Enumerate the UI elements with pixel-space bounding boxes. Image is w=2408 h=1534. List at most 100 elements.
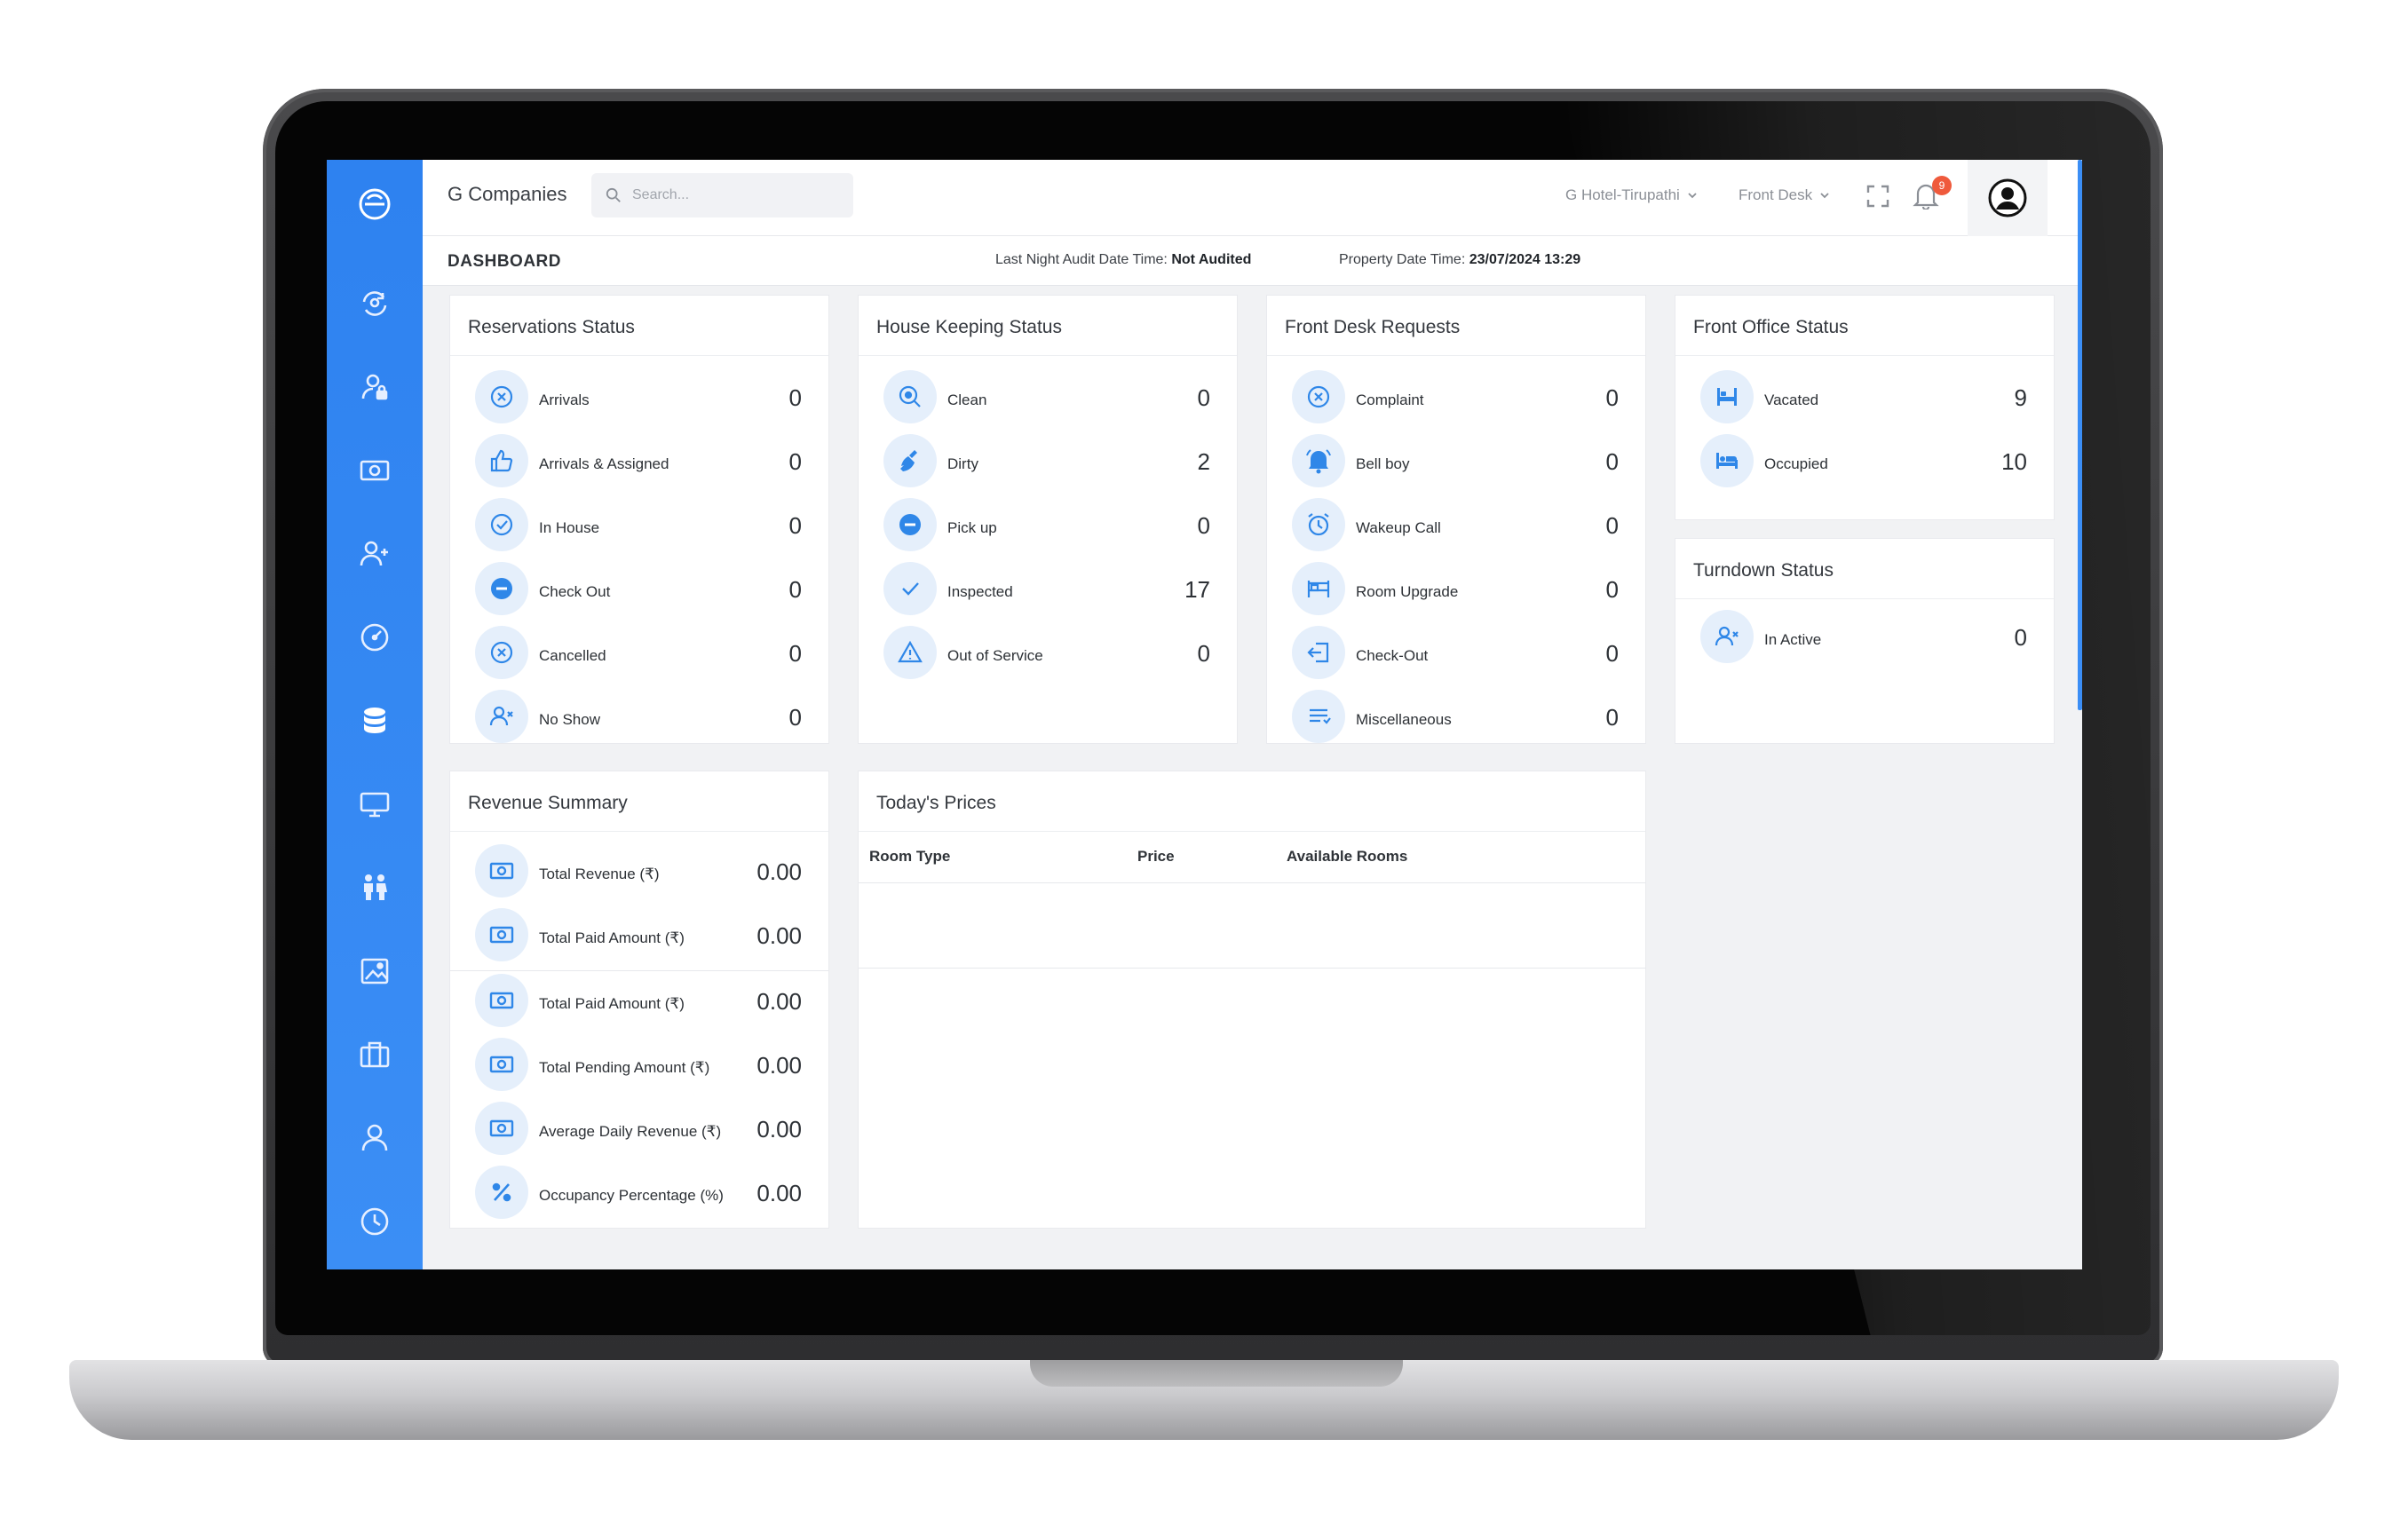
x-circle-icon — [475, 370, 528, 423]
bell-icon — [1292, 434, 1345, 487]
list-item[interactable]: Bell boy 0 — [1292, 434, 1619, 491]
logo-icon[interactable] — [353, 183, 396, 225]
table-header: Room Type Price Available Rooms — [859, 832, 1645, 883]
company-name: G Companies — [448, 183, 567, 205]
list-item[interactable]: Pick up 0 — [883, 498, 1210, 555]
row-value: 0 — [788, 384, 802, 411]
search-input[interactable] — [632, 187, 836, 203]
user-icon[interactable] — [353, 1117, 396, 1159]
user-add-icon[interactable] — [353, 533, 396, 575]
list-item[interactable]: Miscellaneous 0 — [1292, 690, 1619, 747]
list-item[interactable]: Out of Service 0 — [883, 626, 1210, 683]
cash-icon[interactable] — [353, 449, 396, 492]
list-item[interactable]: Occupied 10 — [1700, 434, 2027, 491]
list-item[interactable]: Total Paid Amount (₹) 0.00 — [475, 974, 802, 1031]
row-value: 0 — [1197, 512, 1210, 539]
list-item[interactable]: Total Paid Amount (₹) 0.00 — [475, 908, 802, 965]
list-item[interactable]: Check Out 0 — [475, 562, 802, 619]
module-selector[interactable]: Front Desk — [1739, 186, 1830, 204]
todays-prices-card: Today's Prices Room Type Price Available… — [858, 771, 1646, 1229]
column-header-available-rooms[interactable]: Available Rooms — [1287, 848, 1407, 866]
list-item[interactable]: Clean 0 — [883, 370, 1210, 427]
notification-badge: 9 — [1932, 176, 1952, 195]
list-item[interactable]: Arrivals 0 — [475, 370, 802, 427]
row-label: In Active — [1764, 631, 1822, 648]
list-item[interactable]: Total Pending Amount (₹) 0.00 — [475, 1038, 802, 1095]
list-item[interactable]: Wakeup Call 0 — [1292, 498, 1619, 555]
people-icon[interactable] — [353, 866, 396, 909]
row-value: 9 — [2014, 384, 2027, 411]
list-item[interactable]: Vacated 9 — [1700, 370, 2027, 427]
briefcase-icon[interactable] — [353, 1033, 396, 1076]
row-value: 0.00 — [756, 1116, 802, 1143]
user-avatar[interactable] — [1968, 160, 2048, 236]
exit-icon — [1292, 626, 1345, 679]
user-x-icon — [1700, 610, 1754, 663]
list-item[interactable]: Inspected 17 — [883, 562, 1210, 619]
list-item[interactable]: Dirty 2 — [883, 434, 1210, 491]
clock-icon[interactable] — [353, 1200, 396, 1243]
hotel-selector-label: G Hotel-Tirupathi — [1565, 186, 1680, 203]
row-value: 0 — [1605, 384, 1619, 411]
row-value: 0 — [1605, 640, 1619, 667]
list-item[interactable]: Total Revenue (₹) 0.00 — [475, 844, 802, 901]
list-item[interactable]: Average Daily Revenue (₹) 0.00 — [475, 1102, 802, 1158]
sidebar — [327, 160, 423, 1269]
app-screen: G Companies G Hotel-Tirupathi Front Desk… — [327, 160, 2082, 1269]
list-item[interactable]: No Show 0 — [475, 690, 802, 747]
row-value: 0.00 — [756, 1180, 802, 1206]
column-header-room-type[interactable]: Room Type — [869, 848, 950, 866]
vertical-scrollbar[interactable] — [2078, 160, 2082, 710]
refresh-user-icon[interactable] — [353, 282, 396, 325]
alarm-icon — [1292, 498, 1345, 551]
column-header-price[interactable]: Price — [1137, 848, 1175, 866]
search-box[interactable] — [591, 173, 853, 217]
row-label: Pick up — [947, 519, 997, 536]
row-label: Vacated — [1764, 391, 1819, 408]
row-label: Wakeup Call — [1356, 519, 1441, 536]
row-value: 0 — [1605, 448, 1619, 475]
row-value: 0 — [1197, 640, 1210, 667]
user-lock-icon[interactable] — [353, 366, 396, 408]
check-circle-icon — [475, 498, 528, 551]
row-label: Arrivals & Assigned — [539, 455, 669, 472]
list-item[interactable]: Complaint 0 — [1292, 370, 1619, 427]
module-selector-label: Front Desk — [1739, 186, 1813, 203]
list-item[interactable]: Cancelled 0 — [475, 626, 802, 683]
fullscreen-icon[interactable] — [1865, 183, 1891, 210]
audit-info: Last Night Audit Date Time: Not Audited — [995, 252, 1251, 268]
row-label: Occupancy Percentage (%) — [539, 1187, 724, 1204]
row-value: 0 — [788, 576, 802, 603]
search-icon — [606, 187, 621, 202]
monitor-icon[interactable] — [353, 783, 396, 826]
row-value: 0 — [1197, 384, 1210, 411]
row-value: 0 — [1605, 512, 1619, 539]
row-label: Cancelled — [539, 647, 606, 664]
speedometer-icon[interactable] — [353, 616, 396, 659]
row-label: Miscellaneous — [1356, 711, 1452, 728]
card-title: Turndown Status — [1675, 539, 2054, 599]
list-item[interactable]: In Active 0 — [1700, 610, 2027, 667]
list-item[interactable]: Arrivals & Assigned 0 — [475, 434, 802, 491]
list-item[interactable]: In House 0 — [475, 498, 802, 555]
search-clean-icon — [883, 370, 937, 423]
property-date-info: Property Date Time: 23/07/2024 13:29 — [1339, 252, 1580, 268]
broom-icon — [883, 434, 937, 487]
check-icon — [883, 562, 937, 615]
row-label: Occupied — [1764, 455, 1828, 472]
database-icon[interactable] — [353, 700, 396, 742]
list-item[interactable]: Check-Out 0 — [1292, 626, 1619, 683]
x-circle-icon — [475, 626, 528, 679]
card-title: House Keeping Status — [859, 296, 1237, 356]
thumbs-up-icon — [475, 434, 528, 487]
bed-occupied-icon — [1700, 434, 1754, 487]
row-label: Complaint — [1356, 391, 1424, 408]
divider — [450, 970, 828, 971]
image-icon[interactable] — [353, 950, 396, 992]
list-item[interactable]: Room Upgrade 0 — [1292, 562, 1619, 619]
list-item[interactable]: Occupancy Percentage (%) 0.00 — [475, 1166, 802, 1222]
minus-circle-icon — [475, 562, 528, 615]
row-value: 2 — [1197, 448, 1210, 475]
hotel-selector[interactable]: G Hotel-Tirupathi — [1565, 186, 1698, 204]
top-bar: G Companies G Hotel-Tirupathi Front Desk… — [423, 160, 2082, 236]
